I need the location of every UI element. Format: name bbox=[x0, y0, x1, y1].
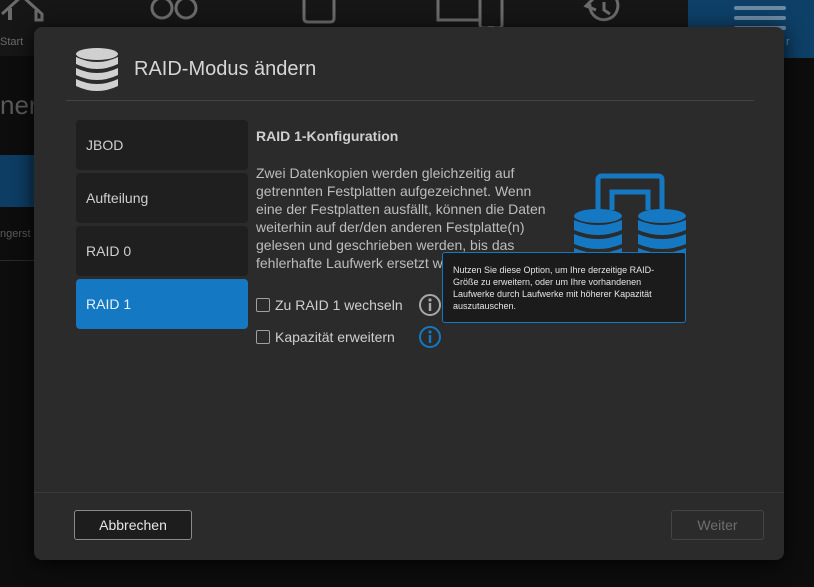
background-menu-label: r bbox=[786, 36, 790, 48]
background-start-label: Start bbox=[0, 36, 24, 48]
raid-option-raid0[interactable]: RAID 0 bbox=[76, 226, 248, 276]
switch-to-raid1-option[interactable]: Zu RAID 1 wechseln bbox=[256, 293, 403, 317]
background-divider bbox=[0, 260, 36, 261]
next-button[interactable]: Weiter bbox=[671, 510, 764, 540]
cancel-button[interactable]: Abbrechen bbox=[74, 510, 192, 540]
expand-capacity-option[interactable]: Kapazität erweitern bbox=[256, 325, 395, 349]
switch-to-raid1-label: Zu RAID 1 wechseln bbox=[275, 297, 403, 313]
raid-mode-dialog: RAID-Modus ändern JBOD Aufteilung RAID 0… bbox=[34, 27, 784, 560]
switch-to-raid1-checkbox[interactable] bbox=[256, 298, 270, 312]
footer-divider bbox=[34, 492, 784, 493]
background-list-text: ngerst bbox=[0, 228, 31, 240]
expand-capacity-label: Kapazität erweitern bbox=[275, 329, 395, 345]
background-page-title: ner bbox=[0, 90, 38, 120]
capacity-tooltip: Nutzen Sie diese Option, um Ihre derzeit… bbox=[442, 252, 686, 323]
raid-option-label: RAID 1 bbox=[86, 296, 132, 312]
database-icon bbox=[74, 47, 120, 98]
raid-option-raid1[interactable]: RAID 1 bbox=[76, 279, 248, 329]
raid-option-aufteilung[interactable]: Aufteilung bbox=[76, 173, 248, 223]
info-icon[interactable] bbox=[418, 325, 442, 354]
raid-option-label: JBOD bbox=[86, 137, 124, 153]
info-icon[interactable] bbox=[418, 293, 442, 322]
raid-option-label: RAID 0 bbox=[86, 243, 132, 259]
dialog-header: RAID-Modus ändern bbox=[34, 27, 784, 101]
background-active-item bbox=[0, 155, 36, 207]
raid-option-label: Aufteilung bbox=[86, 190, 149, 206]
raid-option-jbod[interactable]: JBOD bbox=[76, 120, 248, 170]
configuration-title: RAID 1-Konfiguration bbox=[256, 128, 399, 144]
expand-capacity-checkbox[interactable] bbox=[256, 330, 270, 344]
dialog-title: RAID-Modus ändern bbox=[134, 58, 317, 80]
header-divider bbox=[66, 100, 754, 101]
